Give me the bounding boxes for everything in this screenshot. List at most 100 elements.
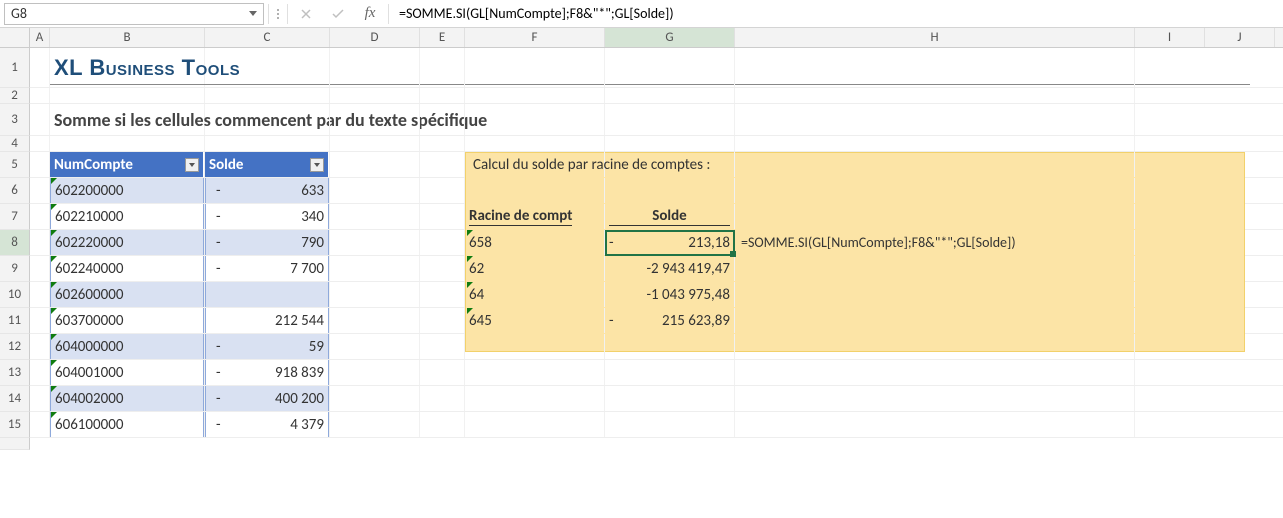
table-row[interactable]: 603700000 xyxy=(50,308,205,333)
cell[interactable] xyxy=(465,48,605,87)
col-header-I[interactable]: I xyxy=(1135,28,1205,47)
cell[interactable] xyxy=(330,230,420,255)
table-row[interactable]: 604000000 xyxy=(50,334,205,359)
col-header-E[interactable]: E xyxy=(420,28,465,47)
col-header-H[interactable]: H xyxy=(735,28,1135,47)
row-header-12[interactable]: 12 xyxy=(0,334,30,360)
cell[interactable] xyxy=(330,282,420,307)
table-row[interactable]: -633 xyxy=(205,178,330,203)
cell[interactable] xyxy=(205,136,330,151)
col-header-D[interactable]: D xyxy=(330,28,420,47)
cell[interactable] xyxy=(330,386,420,411)
yb-racine-cell[interactable]: 658 xyxy=(465,230,605,255)
cell[interactable] xyxy=(330,136,420,151)
cell[interactable] xyxy=(205,88,330,103)
row-header-15[interactable]: 15 xyxy=(0,412,30,438)
insert-function-button[interactable]: fx xyxy=(356,3,384,25)
cell[interactable] xyxy=(420,204,465,229)
col-header-B[interactable]: B xyxy=(50,28,205,47)
cell[interactable] xyxy=(30,282,50,307)
cell[interactable] xyxy=(420,136,465,151)
cells-area[interactable]: XL Business Tools xyxy=(30,48,1283,450)
cell[interactable] xyxy=(735,178,1135,203)
cell[interactable] xyxy=(420,282,465,307)
table-row[interactable]: 602200000 xyxy=(50,178,205,203)
cell[interactable] xyxy=(30,334,50,359)
row-header-8[interactable]: 8 xyxy=(0,230,30,256)
table-row[interactable]: -918 839 xyxy=(205,360,330,385)
table-row[interactable]: -340 xyxy=(205,204,330,229)
row-header-3[interactable]: 3 xyxy=(0,104,30,136)
filter-icon[interactable] xyxy=(310,158,324,172)
cell[interactable] xyxy=(735,48,1135,87)
cell[interactable] xyxy=(30,360,50,385)
cell[interactable] xyxy=(330,334,420,359)
cell[interactable] xyxy=(30,88,50,103)
cell[interactable] xyxy=(735,104,1135,135)
table-row[interactable] xyxy=(205,282,330,307)
table-row[interactable]: 604002000 xyxy=(50,386,205,411)
cell[interactable] xyxy=(30,178,50,203)
cell[interactable] xyxy=(30,412,50,437)
cell[interactable] xyxy=(735,88,1135,103)
cell[interactable] xyxy=(30,152,50,177)
yb-solde-cell-selected[interactable]: -213,18 xyxy=(605,230,735,255)
name-box[interactable]: G8 xyxy=(4,3,264,25)
row-header-5[interactable]: 5 xyxy=(0,152,30,178)
cell[interactable] xyxy=(330,204,420,229)
cell[interactable] xyxy=(605,334,735,359)
cell[interactable] xyxy=(330,48,420,87)
cell[interactable] xyxy=(420,386,465,411)
yb-solde-cell[interactable]: -2 943 419,47 xyxy=(605,256,735,281)
col-header-G[interactable]: G xyxy=(605,28,735,47)
cell[interactable] xyxy=(420,308,465,333)
filter-icon[interactable] xyxy=(185,158,199,172)
row-header-14[interactable]: 14 xyxy=(0,386,30,412)
cell[interactable] xyxy=(30,104,50,135)
cell[interactable] xyxy=(735,360,1135,385)
cell[interactable] xyxy=(735,136,1135,151)
cell[interactable] xyxy=(420,104,465,135)
cell[interactable] xyxy=(330,412,420,437)
table-row[interactable]: -59 xyxy=(205,334,330,359)
chevron-down-icon[interactable] xyxy=(249,11,257,16)
row-header-13[interactable]: 13 xyxy=(0,360,30,386)
cell[interactable] xyxy=(30,308,50,333)
cell[interactable] xyxy=(420,230,465,255)
cell[interactable] xyxy=(465,360,605,385)
cell[interactable] xyxy=(30,256,50,281)
cell[interactable] xyxy=(465,88,605,103)
table-row[interactable]: -4 379 xyxy=(205,412,330,437)
cell[interactable] xyxy=(330,104,420,135)
cell[interactable] xyxy=(735,204,1135,229)
cell[interactable] xyxy=(420,178,465,203)
cell[interactable] xyxy=(465,178,605,203)
cell[interactable] xyxy=(205,48,330,87)
select-all-corner[interactable] xyxy=(0,28,30,47)
cell[interactable] xyxy=(330,88,420,103)
cell[interactable] xyxy=(735,282,1135,307)
cell[interactable] xyxy=(735,386,1135,411)
row-header-6[interactable]: 6 xyxy=(0,178,30,204)
cell[interactable] xyxy=(605,178,735,203)
cell[interactable] xyxy=(330,308,420,333)
confirm-formula-button[interactable] xyxy=(324,3,352,25)
formula-input[interactable] xyxy=(393,3,1279,25)
row-header-9[interactable]: 9 xyxy=(0,256,30,282)
table-row[interactable]: 602210000 xyxy=(50,204,205,229)
cell[interactable] xyxy=(420,334,465,359)
row-header-4[interactable]: 4 xyxy=(0,136,30,152)
yb-solde-cell[interactable]: -215 623,89 xyxy=(605,308,735,333)
formula-display-cell[interactable]: =SOMME.SI(GL[NumCompte];F8&"*";GL[Solde]… xyxy=(735,230,1135,255)
cell[interactable] xyxy=(50,88,205,103)
cell[interactable] xyxy=(330,152,420,177)
subtitle-cell[interactable]: Somme si les cellules commencent par du … xyxy=(50,104,205,135)
yb-racine-cell[interactable]: 645 xyxy=(465,308,605,333)
row-header-1[interactable]: 1 xyxy=(0,48,30,88)
cell[interactable] xyxy=(465,334,605,359)
yb-solde-cell[interactable]: -1 043 975,48 xyxy=(605,282,735,307)
cell[interactable] xyxy=(420,412,465,437)
table-row[interactable]: 606100000 xyxy=(50,412,205,437)
page-title-cell[interactable]: XL Business Tools xyxy=(50,48,205,87)
cell[interactable] xyxy=(30,386,50,411)
